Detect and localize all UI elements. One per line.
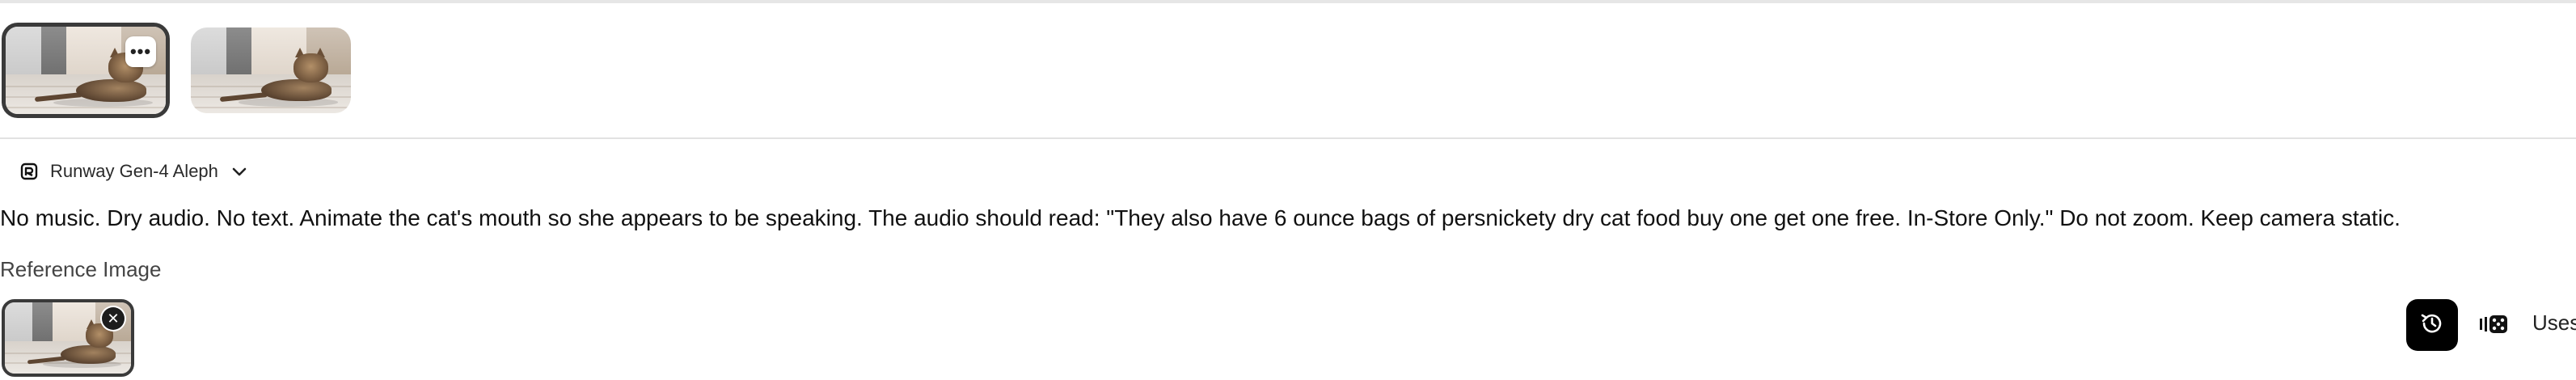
thumbnail-variation-1[interactable]: •••	[2, 23, 170, 118]
chevron-down-icon[interactable]	[230, 162, 249, 181]
cat-image	[191, 27, 351, 113]
runway-logo-icon	[19, 162, 39, 181]
reference-image-thumbnail[interactable]: ✕	[2, 299, 134, 377]
uses-label: Uses	[2532, 310, 2576, 335]
history-button[interactable]	[2406, 299, 2458, 351]
close-icon: ✕	[107, 310, 120, 327]
model-name: Runway Gen-4 Aleph	[50, 161, 218, 181]
thumbnail-variation-2[interactable]	[191, 27, 351, 113]
dice-icon	[2478, 312, 2509, 340]
seed-button[interactable]	[2477, 312, 2510, 340]
history-icon	[2418, 310, 2446, 341]
remove-reference-button[interactable]: ✕	[102, 307, 125, 330]
reference-image-label: Reference Image	[0, 257, 162, 281]
more-options-button[interactable]: •••	[125, 36, 156, 67]
prompt-text[interactable]: No music. Dry audio. No text. Animate th…	[0, 205, 2576, 231]
section-divider	[0, 137, 2576, 139]
ellipsis-icon: •••	[129, 41, 152, 61]
model-selector[interactable]: Runway Gen-4 Aleph	[19, 155, 249, 188]
top-divider	[0, 0, 2576, 3]
